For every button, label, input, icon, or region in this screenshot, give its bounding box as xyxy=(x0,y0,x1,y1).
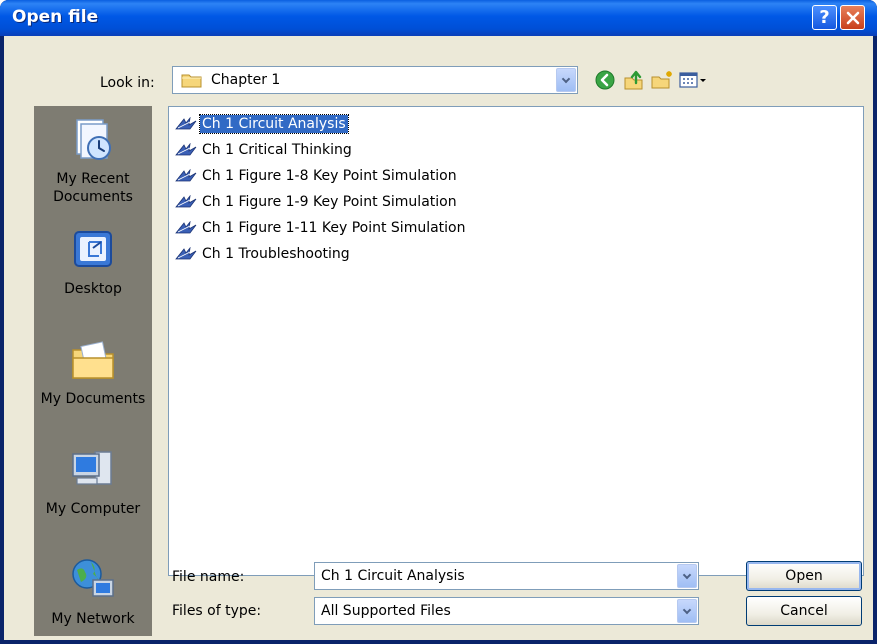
place-my-documents[interactable]: My Documents xyxy=(34,336,152,408)
simulation-file-icon xyxy=(175,117,197,130)
file-name-label: File name: xyxy=(172,569,245,585)
file-item[interactable]: Ch 1 Figure 1-8 Key Point Simulation xyxy=(175,165,459,187)
my-documents-icon xyxy=(72,341,114,379)
file-list[interactable]: Ch 1 Circuit Analysis Ch 1 Critical Thin… xyxy=(168,106,864,576)
window-title: Open file xyxy=(12,7,99,27)
file-name-value: Ch 1 Circuit Analysis xyxy=(321,568,465,584)
place-label-line1: My Network xyxy=(51,611,135,627)
my-network-icon xyxy=(72,559,114,597)
look-in-dropdown-arrow[interactable] xyxy=(556,68,576,92)
file-item[interactable]: Ch 1 Figure 1-9 Key Point Simulation xyxy=(175,191,459,213)
place-desktop[interactable]: Desktop xyxy=(34,226,152,298)
place-my-network[interactable]: My Network xyxy=(34,556,152,628)
file-name-input[interactable]: Ch 1 Circuit Analysis xyxy=(314,562,699,590)
files-of-type-label: Files of type: xyxy=(172,603,262,619)
simulation-file-icon xyxy=(175,195,197,208)
title-bar[interactable]: Open file ? xyxy=(0,0,877,36)
close-button[interactable] xyxy=(840,5,865,30)
views-menu-icon[interactable] xyxy=(678,69,708,91)
up-folder-icon[interactable] xyxy=(622,69,646,91)
file-item[interactable]: Ch 1 Circuit Analysis xyxy=(175,113,349,135)
simulation-file-icon xyxy=(175,143,197,156)
simulation-file-icon xyxy=(175,247,197,260)
place-label-line1: My Documents xyxy=(40,391,146,407)
place-label-line1: My Computer xyxy=(45,501,141,517)
file-item[interactable]: Ch 1 Figure 1-11 Key Point Simulation xyxy=(175,217,468,239)
file-item[interactable]: Ch 1 Critical Thinking xyxy=(175,139,354,161)
recent-documents-icon xyxy=(76,119,111,160)
help-button[interactable]: ? xyxy=(812,5,837,30)
file-name: Ch 1 Circuit Analysis xyxy=(199,114,349,134)
places-bar: My Recent Documents Desktop My Documents… xyxy=(34,106,152,636)
simulation-file-icon xyxy=(175,169,197,182)
desktop-icon xyxy=(74,231,112,267)
chevron-down-icon xyxy=(682,605,692,614)
file-name: Ch 1 Figure 1-9 Key Point Simulation xyxy=(202,194,457,210)
file-name: Ch 1 Figure 1-11 Key Point Simulation xyxy=(202,220,466,236)
file-name-dropdown-arrow[interactable] xyxy=(677,564,697,588)
place-my-computer[interactable]: My Computer xyxy=(34,446,152,518)
file-name: Ch 1 Figure 1-8 Key Point Simulation xyxy=(202,168,457,184)
open-file-dialog: Open file ? Look in: Chapter 1 My Recent… xyxy=(0,0,877,644)
close-icon xyxy=(846,11,859,24)
chevron-down-icon xyxy=(561,74,571,83)
back-icon[interactable] xyxy=(594,69,618,91)
file-name: Ch 1 Critical Thinking xyxy=(202,142,352,158)
folder-icon xyxy=(181,74,202,88)
chevron-down-icon xyxy=(682,570,692,579)
files-of-type-value: All Supported Files xyxy=(321,603,451,619)
look-in-dropdown[interactable]: Chapter 1 xyxy=(172,66,578,94)
place-label-line1: My Recent xyxy=(56,171,130,187)
files-of-type-dropdown[interactable]: All Supported Files xyxy=(314,597,699,625)
place-my-recent-documents[interactable]: My Recent Documents xyxy=(34,116,152,206)
place-label-line1: Desktop xyxy=(64,281,122,297)
simulation-file-icon xyxy=(175,221,197,234)
look-in-value: Chapter 1 xyxy=(211,72,281,88)
cancel-button[interactable]: Cancel xyxy=(746,596,862,626)
files-of-type-dropdown-arrow[interactable] xyxy=(677,599,697,623)
my-computer-icon xyxy=(72,451,112,485)
dialog-body: Look in: Chapter 1 My Recent Documents D… xyxy=(4,36,873,640)
place-label-line2: Documents xyxy=(53,189,133,205)
new-folder-icon[interactable] xyxy=(650,69,674,91)
look-in-label: Look in: xyxy=(100,75,155,91)
open-button[interactable]: Open xyxy=(746,561,862,591)
file-item[interactable]: Ch 1 Troubleshooting xyxy=(175,243,352,265)
file-name: Ch 1 Troubleshooting xyxy=(202,246,350,262)
